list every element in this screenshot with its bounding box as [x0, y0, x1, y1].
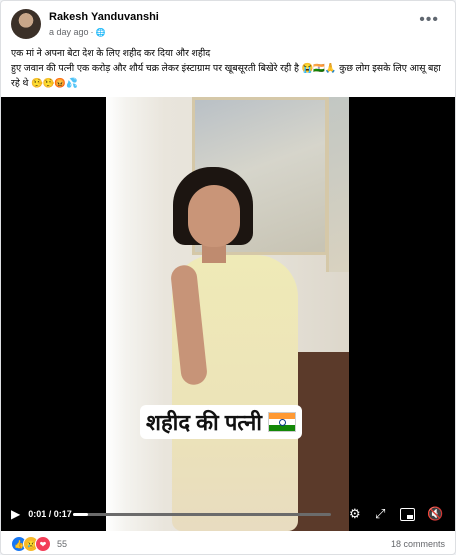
- expand-icon[interactable]: ⤢: [375, 506, 385, 522]
- author-avatar[interactable]: [11, 9, 41, 39]
- duration: 0:17: [53, 509, 72, 519]
- comments-count[interactable]: 18 comments: [391, 539, 445, 549]
- video-player[interactable]: शहीद की पत्नी ▶ 0:01 / 0:17 ⚙ ⤢ 🔇: [1, 97, 455, 531]
- video-time: 0:01 / 0:17: [28, 509, 72, 519]
- meta-separator: ·: [90, 27, 94, 37]
- wall-painting-2: [326, 97, 349, 272]
- post-text: एक मां ने अपना बेटा देश के लिए शहीद कर द…: [11, 45, 447, 90]
- author-name[interactable]: Rakesh Yanduvanshi: [49, 11, 159, 23]
- post-header: Rakesh Yanduvanshi a day ago · 🌐 •••: [11, 9, 445, 41]
- more-options-icon[interactable]: •••: [419, 11, 439, 29]
- progress-fill: [73, 513, 89, 516]
- video-caption-text: शहीद की पत्नी: [146, 410, 262, 435]
- video-frame: शहीद की पत्नी: [106, 97, 349, 531]
- video-caption: शहीद की पत्नी: [140, 405, 302, 439]
- post-footer: 👍 😢 ❤ 55 18 comments: [11, 536, 445, 552]
- post-timestamp[interactable]: a day ago: [49, 27, 89, 37]
- reaction-icons[interactable]: 👍 😢 ❤: [11, 536, 51, 552]
- picture-in-picture-icon[interactable]: [400, 508, 415, 521]
- settings-icon[interactable]: ⚙: [349, 506, 361, 522]
- woman-face: [188, 185, 240, 247]
- post-card: Rakesh Yanduvanshi a day ago · 🌐 ••• एक …: [0, 0, 456, 555]
- india-flag-icon: [268, 412, 296, 432]
- globe-icon: 🌐: [95, 27, 106, 37]
- love-reaction-icon: ❤: [35, 536, 51, 552]
- current-time: 0:01: [28, 509, 47, 519]
- post-text-line-1: एक मां ने अपना बेटा देश के लिए शहीद कर द…: [11, 47, 211, 58]
- post-meta: a day ago · 🌐: [49, 27, 106, 37]
- mute-icon[interactable]: 🔇: [427, 506, 443, 522]
- progress-bar[interactable]: [73, 513, 331, 516]
- reaction-count[interactable]: 55: [57, 539, 67, 549]
- video-controls: ▶ 0:01 / 0:17 ⚙ ⤢ 🔇: [1, 497, 455, 531]
- play-icon[interactable]: ▶: [11, 507, 20, 521]
- post-text-line-2: हुए जवान की पत्नी एक करोड़ और शौर्य चक्र…: [11, 62, 441, 88]
